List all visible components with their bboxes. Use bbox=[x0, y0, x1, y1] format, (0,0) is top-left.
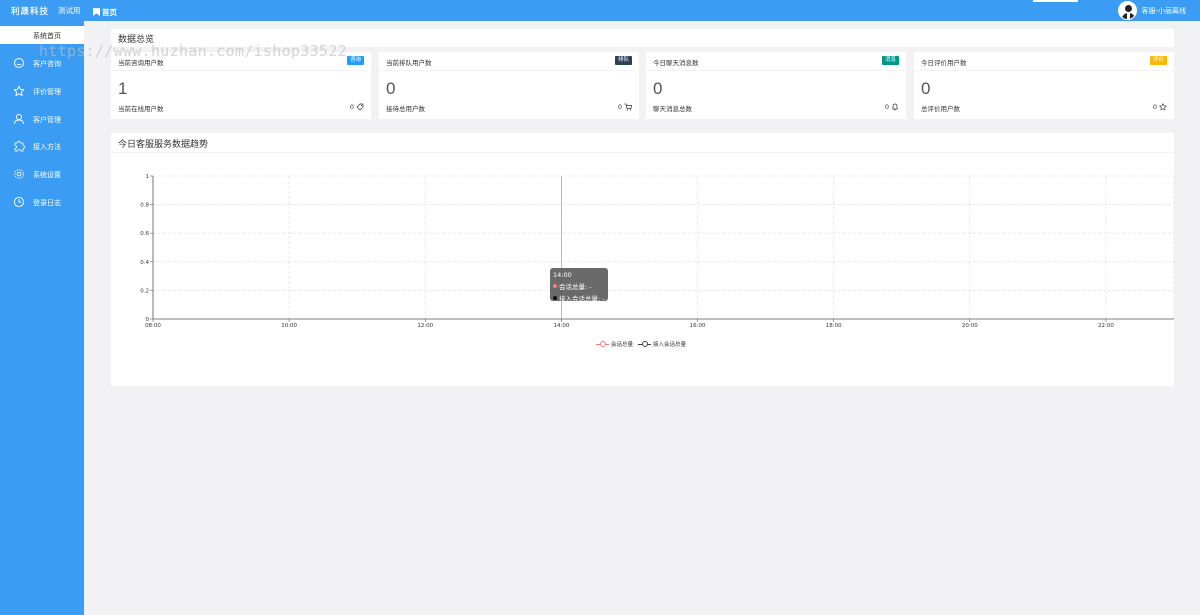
y-tick-label: 0.4 bbox=[140, 260, 149, 266]
tooltip-row-text: 会话总量: - bbox=[559, 283, 592, 291]
legend-marker-icon bbox=[638, 341, 652, 347]
legend-item[interactable]: 会话总量 bbox=[596, 340, 633, 348]
x-tick-label: 08:00 bbox=[145, 323, 161, 329]
x-tick-label: 10:00 bbox=[281, 323, 297, 329]
chart-legend: 会话总量 接入会话总量 bbox=[596, 340, 691, 348]
legend-item[interactable]: 接入会话总量 bbox=[638, 340, 686, 348]
tooltip-time: 14:00 bbox=[553, 271, 572, 279]
x-tick-label: 22:00 bbox=[1098, 323, 1114, 329]
y-tick-label: 1 bbox=[146, 174, 150, 180]
tooltip-row: 会话总量: - bbox=[553, 281, 605, 291]
x-tick-label: 14:00 bbox=[553, 323, 569, 329]
tooltip-row-text: 接入会话总量: - bbox=[559, 295, 605, 303]
y-tick-label: 0.8 bbox=[140, 203, 149, 209]
x-tick-label: 16:00 bbox=[690, 323, 706, 329]
legend-marker-icon bbox=[596, 341, 609, 347]
y-tick-label: 0.2 bbox=[140, 288, 149, 294]
chart-tooltip: 14:00 会话总量: - 接入会话总量: - bbox=[550, 268, 608, 303]
watermark: https://www.huzhan.com/ishop33522 bbox=[39, 42, 347, 60]
x-tick-label: 12:00 bbox=[417, 323, 433, 329]
x-tick-label: 20:00 bbox=[962, 323, 978, 329]
legend-label: 会话总量 bbox=[611, 342, 634, 348]
trend-chart[interactable]: 00.20.40.60.8108:00 10:00 12:00 14:00 16:00 1… bbox=[0, 0, 1200, 615]
legend-label: 接入会话总量 bbox=[653, 342, 687, 348]
y-tick-label: 0.6 bbox=[140, 231, 149, 237]
tooltip-row: 接入会话总量: - bbox=[553, 293, 605, 303]
x-tick-label: 18:00 bbox=[826, 323, 842, 329]
